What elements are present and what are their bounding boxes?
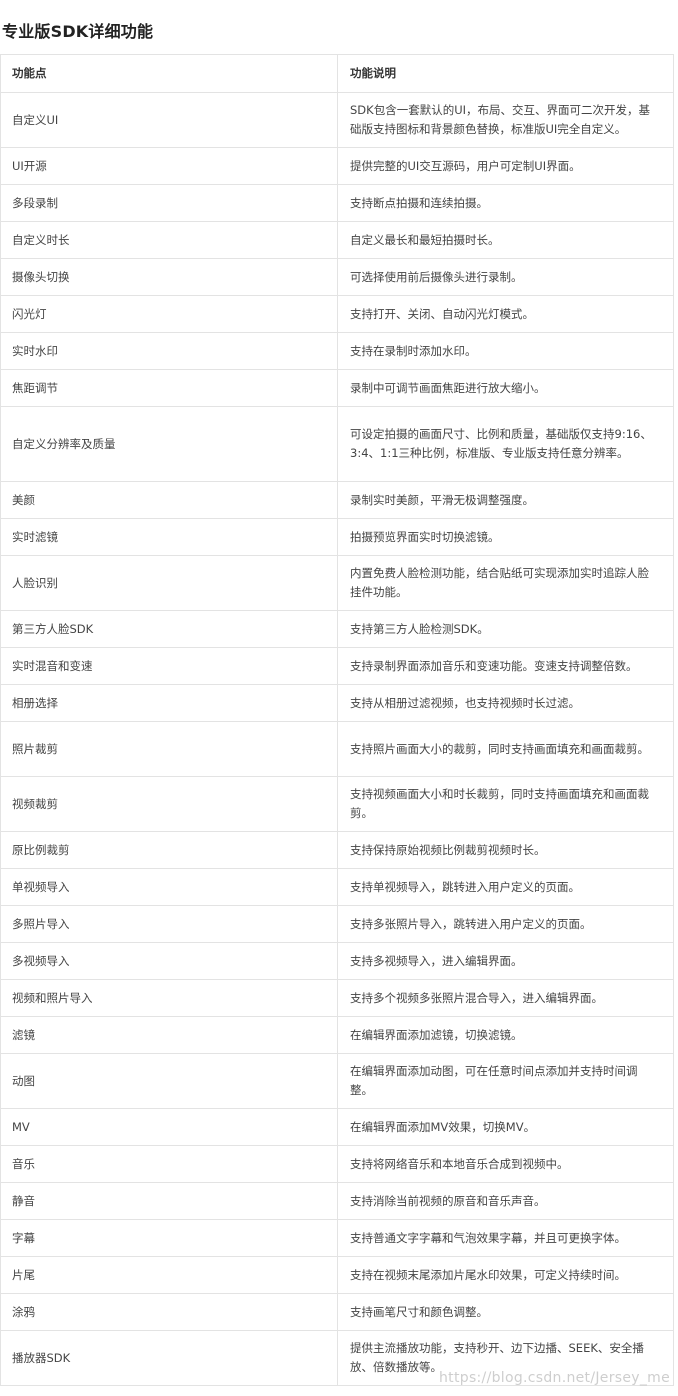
feature-cell: 多照片导入 [0,905,338,943]
feature-cell: 滤镜 [0,1016,338,1054]
description-cell: 支持保持原始视频比例裁剪视频时长。 [337,831,674,869]
feature-cell: 自定义分辨率及质量 [0,406,338,482]
description-cell: 提供完整的UI交互源码，用户可定制UI界面。 [337,147,674,185]
feature-table: 功能点 功能说明 自定义UI SDK包含一套默认的UI，布局、交互、界面可二次开… [0,54,674,1386]
description-cell: 支持多张照片导入，跳转进入用户定义的页面。 [337,905,674,943]
table-row: 视频和照片导入 支持多个视频多张照片混合导入，进入编辑界面。 [0,979,674,1017]
table-row: 片尾 支持在视频末尾添加片尾水印效果，可定义持续时间。 [0,1256,674,1294]
description-cell: 支持消除当前视频的原音和音乐声音。 [337,1182,674,1220]
description-cell: 支持录制界面添加音乐和变速功能。变速支持调整倍数。 [337,647,674,685]
table-row: 字幕 支持普通文字字幕和气泡效果字幕，并且可更换字体。 [0,1219,674,1257]
description-cell: 在编辑界面添加MV效果，切换MV。 [337,1108,674,1146]
table-row: 自定义UI SDK包含一套默认的UI，布局、交互、界面可二次开发，基础版支持图标… [0,92,674,148]
table-row: 自定义分辨率及质量 可设定拍摄的画面尺寸、比例和质量，基础版仅支持9:16、3:… [0,406,674,482]
feature-cell: 相册选择 [0,684,338,722]
table-row: 美颜 录制实时美颜，平滑无极调整强度。 [0,481,674,519]
description-cell: 支持照片画面大小的裁剪，同时支持画面填充和画面裁剪。 [337,721,674,777]
feature-cell: 自定义UI [0,92,338,148]
description-cell: 支持普通文字字幕和气泡效果字幕，并且可更换字体。 [337,1219,674,1257]
table-row: 自定义时长 自定义最长和最短拍摄时长。 [0,221,674,259]
table-row: UI开源 提供完整的UI交互源码，用户可定制UI界面。 [0,147,674,185]
table-row: 滤镜 在编辑界面添加滤镜，切换滤镜。 [0,1016,674,1054]
table-row: 实时混音和变速 支持录制界面添加音乐和变速功能。变速支持调整倍数。 [0,647,674,685]
feature-cell: 自定义时长 [0,221,338,259]
feature-cell: 第三方人脸SDK [0,610,338,648]
feature-cell: 涂鸦 [0,1293,338,1331]
page-title: 专业版SDK详细功能 [2,22,154,41]
feature-cell: 音乐 [0,1145,338,1183]
description-cell: 支持画笔尺寸和颜色调整。 [337,1293,674,1331]
table-row: 摄像头切换 可选择使用前后摄像头进行录制。 [0,258,674,296]
feature-cell: 静音 [0,1182,338,1220]
description-cell: 支持在录制时添加水印。 [337,332,674,370]
feature-cell: 实时混音和变速 [0,647,338,685]
description-cell: 支持从相册过滤视频，也支持视频时长过滤。 [337,684,674,722]
table-row: 单视频导入 支持单视频导入，跳转进入用户定义的页面。 [0,868,674,906]
watermark: https://blog.csdn.net/Jersey_me [439,1370,670,1386]
feature-cell: 美颜 [0,481,338,519]
description-cell: 支持多个视频多张照片混合导入，进入编辑界面。 [337,979,674,1017]
table-row: 多照片导入 支持多张照片导入，跳转进入用户定义的页面。 [0,905,674,943]
description-cell: 支持视频画面大小和时长裁剪，同时支持画面填充和画面裁剪。 [337,776,674,832]
table-row: 静音 支持消除当前视频的原音和音乐声音。 [0,1182,674,1220]
table-row: 实时滤镜 拍摄预览界面实时切换滤镜。 [0,518,674,556]
column-header-description: 功能说明 [337,54,674,93]
description-cell: 支持第三方人脸检测SDK。 [337,610,674,648]
feature-cell: 播放器SDK [0,1330,338,1386]
table-row: 音乐 支持将网络音乐和本地音乐合成到视频中。 [0,1145,674,1183]
description-cell: 支持在视频末尾添加片尾水印效果，可定义持续时间。 [337,1256,674,1294]
table-row: 多段录制 支持断点拍摄和连续拍摄。 [0,184,674,222]
description-cell: 可选择使用前后摄像头进行录制。 [337,258,674,296]
feature-cell: 实时滤镜 [0,518,338,556]
description-cell: 在编辑界面添加动图，可在任意时间点添加并支持时间调整。 [337,1053,674,1109]
feature-cell: 摄像头切换 [0,258,338,296]
table-row: 多视频导入 支持多视频导入，进入编辑界面。 [0,942,674,980]
description-cell: 在编辑界面添加滤镜，切换滤镜。 [337,1016,674,1054]
description-cell: 支持打开、关闭、自动闪光灯模式。 [337,295,674,333]
description-cell: 录制实时美颜，平滑无极调整强度。 [337,481,674,519]
feature-cell: 实时水印 [0,332,338,370]
table-row: 动图 在编辑界面添加动图，可在任意时间点添加并支持时间调整。 [0,1053,674,1109]
description-cell: 内置免费人脸检测功能，结合贴纸可实现添加实时追踪人脸挂件功能。 [337,555,674,611]
feature-cell: 视频裁剪 [0,776,338,832]
description-cell: 支持将网络音乐和本地音乐合成到视频中。 [337,1145,674,1183]
table-row: 相册选择 支持从相册过滤视频，也支持视频时长过滤。 [0,684,674,722]
table-row: 焦距调节 录制中可调节画面焦距进行放大缩小。 [0,369,674,407]
feature-cell: 单视频导入 [0,868,338,906]
feature-cell: 片尾 [0,1256,338,1294]
feature-cell: MV [0,1108,338,1146]
description-cell: 支持断点拍摄和连续拍摄。 [337,184,674,222]
feature-cell: 焦距调节 [0,369,338,407]
table-header-row: 功能点 功能说明 [0,54,674,93]
column-header-feature: 功能点 [0,54,338,93]
table-row: 视频裁剪 支持视频画面大小和时长裁剪，同时支持画面填充和画面裁剪。 [0,776,674,832]
feature-cell: 原比例裁剪 [0,831,338,869]
table-row: 第三方人脸SDK 支持第三方人脸检测SDK。 [0,610,674,648]
description-cell: 自定义最长和最短拍摄时长。 [337,221,674,259]
feature-cell: 闪光灯 [0,295,338,333]
description-cell: 支持多视频导入，进入编辑界面。 [337,942,674,980]
description-cell: 录制中可调节画面焦距进行放大缩小。 [337,369,674,407]
feature-cell: 人脸识别 [0,555,338,611]
table-row: 人脸识别 内置免费人脸检测功能，结合贴纸可实现添加实时追踪人脸挂件功能。 [0,555,674,611]
description-cell: 拍摄预览界面实时切换滤镜。 [337,518,674,556]
feature-cell: 照片裁剪 [0,721,338,777]
feature-cell: 字幕 [0,1219,338,1257]
feature-cell: 多段录制 [0,184,338,222]
table-row: 原比例裁剪 支持保持原始视频比例裁剪视频时长。 [0,831,674,869]
description-cell: SDK包含一套默认的UI，布局、交互、界面可二次开发，基础版支持图标和背景颜色替… [337,92,674,148]
table-row: MV 在编辑界面添加MV效果，切换MV。 [0,1108,674,1146]
table-row: 涂鸦 支持画笔尺寸和颜色调整。 [0,1293,674,1331]
description-cell: 支持单视频导入，跳转进入用户定义的页面。 [337,868,674,906]
table-row: 照片裁剪 支持照片画面大小的裁剪，同时支持画面填充和画面裁剪。 [0,721,674,777]
table-row: 闪光灯 支持打开、关闭、自动闪光灯模式。 [0,295,674,333]
feature-cell: 视频和照片导入 [0,979,338,1017]
description-cell: 可设定拍摄的画面尺寸、比例和质量，基础版仅支持9:16、3:4、1:1三种比例，… [337,406,674,482]
feature-cell: UI开源 [0,147,338,185]
table-row: 实时水印 支持在录制时添加水印。 [0,332,674,370]
feature-cell: 动图 [0,1053,338,1109]
feature-cell: 多视频导入 [0,942,338,980]
